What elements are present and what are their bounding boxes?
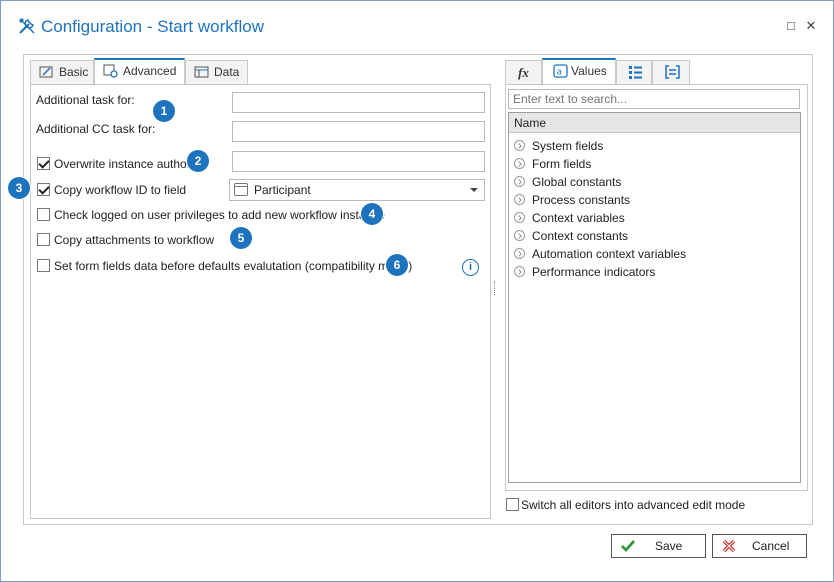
tab-values[interactable]: a Values	[542, 58, 616, 84]
overwrite-author-input[interactable]	[232, 151, 485, 172]
tab-data-label: Data	[214, 65, 240, 79]
field-icon	[234, 183, 248, 196]
save-button[interactable]: Save	[611, 534, 706, 558]
arrow-circle-icon	[514, 266, 525, 277]
gear-document-icon	[103, 64, 118, 78]
tab-basic[interactable]: Basic	[30, 60, 94, 84]
maximize-button[interactable]: □	[784, 19, 798, 33]
check-icon	[620, 540, 636, 553]
advanced-edit-mode-label: Switch all editors into advanced edit mo…	[521, 498, 746, 512]
callout-badge-1: 1	[153, 100, 175, 122]
values-list-item-label: Context constants	[532, 229, 629, 243]
additional-task-input[interactable]	[232, 92, 485, 113]
additional-task-label: Additional task for:	[36, 93, 135, 107]
copy-workflow-id-field-value: Participant	[254, 183, 311, 197]
values-icon: a	[553, 64, 568, 78]
values-list-item-label: Context variables	[532, 211, 625, 225]
tab-basic-label: Basic	[59, 65, 89, 79]
arrow-circle-icon	[514, 140, 525, 151]
values-list: Name System fields Form fields Global cons…	[508, 112, 801, 483]
panel-splitter[interactable]	[494, 281, 497, 295]
arrow-circle-icon	[514, 212, 525, 223]
copy-attachments-checkbox[interactable]	[37, 233, 50, 246]
tab-list[interactable]	[616, 60, 652, 84]
cancel-x-icon	[722, 539, 736, 553]
tab-functions[interactable]: fx	[505, 60, 542, 84]
arrow-circle-icon	[514, 158, 525, 169]
callout-badge-6: 6	[386, 254, 408, 276]
copy-workflow-id-field-select[interactable]: Participant	[229, 179, 485, 201]
svg-text:a: a	[557, 68, 563, 78]
fx-icon: fx	[518, 65, 529, 80]
cancel-button-label: Cancel	[752, 539, 790, 553]
overwrite-author-label: Overwrite instance author	[54, 157, 191, 171]
arrow-circle-icon	[514, 176, 525, 187]
callout-badge-3: 3	[8, 177, 30, 199]
callout-badge-5: 5	[230, 227, 252, 249]
close-button[interactable]: ✕	[804, 19, 818, 33]
check-privileges-checkbox[interactable]	[37, 208, 50, 221]
set-form-fields-checkbox[interactable]	[37, 259, 50, 272]
advanced-edit-mode-checkbox[interactable]	[506, 498, 519, 511]
column-header-name[interactable]: Name	[509, 113, 800, 133]
left-tab-strip: Basic Advanced Data	[30, 58, 270, 85]
additional-cc-label: Additional CC task for:	[36, 122, 156, 136]
values-list-item-label: Global constants	[532, 175, 622, 189]
copy-workflow-id-checkbox[interactable]	[37, 183, 50, 196]
arrow-circle-icon	[514, 230, 525, 241]
copy-attachments-label: Copy attachments to workflow	[54, 233, 215, 247]
tab-advanced[interactable]: Advanced	[94, 58, 185, 84]
window-title: Configuration - Start workflow	[41, 17, 264, 36]
copy-workflow-id-label: Copy workflow ID to field	[54, 183, 187, 197]
chevron-down-icon	[470, 188, 478, 192]
values-list-item-label: Process constants	[532, 193, 631, 207]
pencil-document-icon	[39, 66, 53, 78]
arrow-circle-icon	[514, 194, 525, 205]
overwrite-author-checkbox[interactable]	[37, 157, 50, 170]
table-icon	[194, 66, 209, 78]
configuration-window: Configuration - Start workflow □ ✕ Basic…	[0, 0, 834, 582]
check-privileges-label: Check logged on user privileges to add n…	[54, 208, 385, 222]
arrow-circle-icon	[514, 248, 525, 259]
tab-values-label: Values	[571, 64, 607, 78]
cancel-button[interactable]: Cancel	[712, 534, 807, 558]
values-list-item-label: Form fields	[532, 157, 592, 171]
save-button-label: Save	[655, 539, 683, 553]
info-icon[interactable]: i	[462, 259, 479, 276]
tab-brackets[interactable]	[652, 60, 690, 84]
bracket-icon	[665, 65, 680, 79]
callout-badge-2: 2	[187, 150, 209, 172]
values-list-item-label: System fields	[532, 139, 604, 153]
right-tab-strip: fx a Values	[505, 58, 695, 85]
tools-icon	[19, 18, 35, 34]
values-list-item-label: Performance indicators	[532, 265, 656, 279]
advanced-tab-content	[30, 84, 491, 519]
tab-data[interactable]: Data	[185, 60, 248, 84]
tab-advanced-label: Advanced	[123, 64, 177, 78]
callout-badge-4: 4	[361, 203, 383, 225]
values-search-input[interactable]	[508, 89, 800, 109]
list-icon	[629, 66, 642, 79]
title-bar: Configuration - Start workflow □ ✕	[1, 1, 833, 51]
values-list-item-label: Automation context variables	[532, 247, 687, 261]
set-form-fields-label: Set form fields data before defaults eva…	[54, 259, 413, 273]
additional-cc-input[interactable]	[232, 121, 485, 142]
